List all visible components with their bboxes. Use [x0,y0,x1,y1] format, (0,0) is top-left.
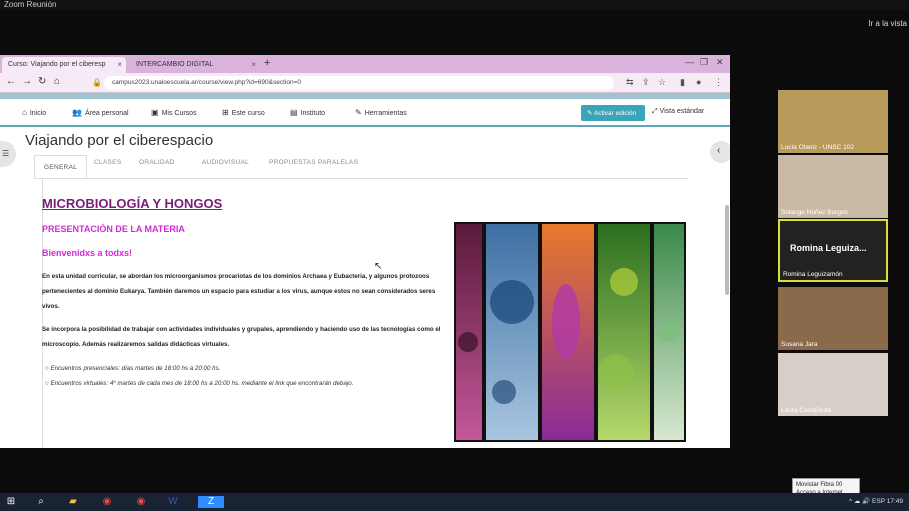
nav-label: Este curso [231,110,265,117]
panel-1 [456,224,482,440]
windows-taskbar: ⊞ ⌕ ▰ ◉ ◉ W Z ^ ☁ 🔊 ESP 17:49 [0,493,909,511]
participant-tile[interactable]: Susana Jara [778,287,888,350]
windows-start-icon[interactable]: ⊞ [4,496,18,508]
tab-strip: Curso: Viajando por el ciberesp × INTERC… [0,55,730,73]
participant-name: Laura Castañeda [781,407,831,414]
site-navigation: ⌂ Inicio 👥 Área personal ▣ Mis Cursos ⊞ Este… [0,99,730,127]
course-title: Viajando por el ciberespacio [25,132,214,149]
chrome-icon[interactable]: ◉ [100,496,114,508]
tab-oralidad[interactable]: ORALIDAD [139,159,175,166]
intro-paragraph: En esta unidad curricular, se abordan lo… [42,273,436,310]
close-icon[interactable]: × [251,60,256,69]
view-switch-button[interactable]: Ir a la vista [868,19,907,28]
tooltip-line: Movistar Fibra 00 [796,482,843,488]
participant-tile[interactable]: Lucía Olaniz - UNSC 102 [778,90,888,153]
sitemap-icon: ⊞ [222,108,229,117]
nav-item-mis-cursos[interactable]: ▣ Mis Cursos [151,108,197,117]
participant-name: Lucía Olaniz - UNSC 102 [781,144,854,151]
activate-edit-button[interactable]: ✎ Activar edición [581,105,645,121]
close-icon[interactable]: × [117,60,122,69]
section-heading: MICROBIOLOGÍA Y HONGOS [42,196,223,211]
list-item-text: Encuentros virtuales: 4º martes de cada … [50,380,354,387]
participant-tile[interactable]: Solange Núñez Burgos [778,155,888,218]
panel-4 [598,224,650,440]
reload-icon[interactable]: ↻ [38,76,46,87]
microorganisms-image [454,222,686,442]
nav-item-area-personal[interactable]: 👥 Área personal [72,108,129,117]
zoom-window-title: Zoom Reunión [4,0,57,9]
translate-icon[interactable]: ⇆ [626,77,634,88]
panel-2 [486,224,538,440]
url-input[interactable]: campus2023.unaloescuela.ar/course/view.p… [104,76,614,90]
home-icon[interactable]: ⌂ [54,76,60,87]
mouse-cursor: ↖ [374,261,383,272]
participant-display-name: Romina Leguiza... [790,243,867,253]
briefcase-icon: ▣ [151,108,159,117]
tab-audiovisual[interactable]: AUDIOVISUAL [202,159,249,166]
tab-label: Curso: Viajando por el ciberesp [8,61,106,68]
nav-label: Área personal [84,110,129,117]
page-scrollbar[interactable] [725,205,729,295]
close-window-button[interactable]: ✕ [716,57,724,68]
drawer-toggle[interactable]: ☰ [0,141,16,167]
expand-icon: ⤢ [652,108,660,115]
view-label: Vista estándar [659,108,705,115]
tab-propuestas-paralelas[interactable]: PROPUESTAS PARALELAS [269,159,358,166]
maximize-button[interactable]: ❐ [700,57,708,68]
participant-name: Solange Núñez Burgos [781,209,848,216]
participant-name: Susana Jara [781,341,818,348]
menu-icon[interactable]: ⋮ [714,77,723,88]
zoom-title-bar: Zoom Reunión [0,0,909,10]
tab-label: INTERCAMBIO DIGITAL [136,61,214,68]
participant-tile[interactable]: Laura Castañeda [778,353,888,416]
new-tab-button[interactable]: + [264,57,270,69]
list-item: ○ Encuentros virtuales: 4º martes de cad… [45,380,354,387]
list-item: ○ Encuentros presenciales: días martes d… [45,365,221,372]
system-tray[interactable]: ^ ☁ 🔊 ESP 17:49 [849,497,903,505]
address-bar-row: ← → ↻ ⌂ 🔒 campus2023.unaloescuela.ar/cou… [0,73,730,93]
nav-label: Herramientas [364,110,407,117]
chrome-icon[interactable]: ◉ [134,496,148,508]
nav-item-inicio[interactable]: ⌂ Inicio [22,108,46,117]
welcome-text: Bienvenidxs a todxs! [42,248,133,258]
users-icon: 👥 [72,108,82,117]
back-icon[interactable]: ← [6,76,16,87]
participant-tile-active-speaker[interactable]: Romina Leguiza... Romina Leguizamón [778,219,888,282]
wrench-icon: ✎ [355,108,362,117]
file-explorer-icon[interactable]: ▰ [66,496,80,508]
browser-window: Curso: Viajando por el ciberesp × INTERC… [0,55,730,448]
methods-paragraph: Se incorpora la posibilidad de trabajar … [42,326,441,348]
nav-label: Instituto [300,110,326,117]
edit-label: Activar edición [593,110,637,117]
browser-tab-course[interactable]: Curso: Viajando por el ciberesp × [2,57,126,73]
pencil-icon: ✎ [587,110,594,117]
list-item-text: Encuentros presenciales: días martes de … [50,365,221,372]
share-icon[interactable]: ⇪ [642,77,650,88]
nav-label: Inicio [29,110,47,117]
tab-clases[interactable]: CLASES [94,159,121,166]
star-icon[interactable]: ☆ [658,77,666,88]
forward-icon[interactable]: → [22,76,32,87]
chevron-left-icon: ‹ [717,145,721,156]
lock-icon[interactable]: 🔒 [92,78,102,87]
zoom-icon[interactable]: Z [198,496,224,508]
word-icon[interactable]: W [166,496,180,508]
nav-item-este-curso[interactable]: ⊞ Este curso [222,108,265,117]
nav-item-herramientas[interactable]: ✎ Herramientas [355,108,407,117]
sidebar-icon[interactable]: ▮ [680,77,685,88]
minimize-button[interactable]: — [685,57,694,67]
nav-label: Mis Cursos [161,110,197,117]
menu-icon: ☰ [2,149,10,158]
block-drawer-toggle[interactable]: ‹ [710,141,730,163]
book-icon: ▤ [290,108,298,117]
tab-general[interactable]: GENERAL [34,155,88,179]
search-icon[interactable]: ⌕ [34,496,48,508]
nav-item-instituto[interactable]: ▤ Instituto [290,108,325,117]
browser-tab-intercambio[interactable]: INTERCAMBIO DIGITAL × [130,57,260,73]
standard-view-button[interactable]: ⤢ Vista estándar [652,108,704,116]
participant-name: Romina Leguizamón [783,271,843,278]
home-icon: ⌂ [22,108,27,117]
profile-icon[interactable]: ● [696,77,701,87]
section-subheading: PRESENTACIÓN DE LA MATERIA [42,224,185,234]
